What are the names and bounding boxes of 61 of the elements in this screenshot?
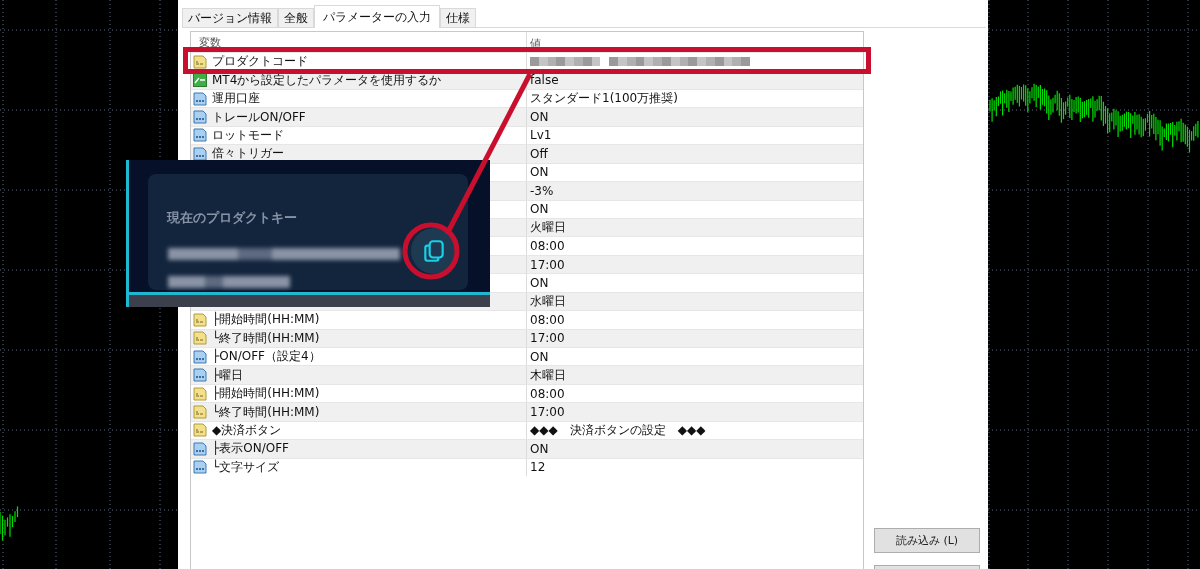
parameter-value: 17:00 [530, 405, 565, 420]
parameter-name: 倍々トリガー [212, 145, 284, 163]
parameter-value: 水曜日 [530, 292, 566, 310]
number-param-icon [193, 441, 207, 456]
tab[interactable]: 全般 [278, 8, 314, 27]
string-param-icon [193, 405, 207, 420]
parameter-value: 17:00 [530, 257, 565, 272]
parameter-name: ├曜日 [212, 366, 244, 384]
load-button[interactable]: 読み込み (L) [874, 528, 980, 553]
parameter-name: └終了時間(HH:MM) [212, 329, 320, 347]
parameter-name: トレールON/OFF [212, 108, 306, 126]
number-param-icon [193, 368, 207, 383]
parameter-name: └終了時間(HH:MM) [212, 403, 320, 421]
highlight-circle [402, 222, 460, 280]
parameter-value: 12 [530, 460, 546, 475]
number-param-icon [193, 460, 207, 475]
parameter-name: ◆決済ボタン [212, 421, 282, 439]
parameter-value: ON [530, 202, 549, 217]
tab[interactable]: パラメーターの入力 [314, 5, 440, 28]
parameter-name: ├開始時間(HH:MM) [212, 311, 320, 329]
parameter-value: -3% [530, 183, 554, 198]
column-header: 変数 [191, 32, 527, 52]
parameter-value: ON [530, 349, 549, 364]
number-param-icon [193, 128, 207, 143]
parameter-value: 08:00 [530, 312, 565, 327]
parameter-value: ON [530, 110, 549, 125]
parameter-value: false [530, 73, 559, 88]
parameter-name: 運用口座 [212, 90, 260, 108]
parameter-value: 08:00 [530, 386, 565, 401]
number-param-icon [193, 91, 207, 106]
copy-icon [421, 238, 447, 264]
parameter-name: └文字サイズ [212, 458, 280, 476]
parameter-value: ◆◆◆ 決済ボタンの設定 ◆◆◆ [530, 421, 706, 439]
parameter-value: Off [530, 146, 548, 161]
parameter-name: MT4から設定したパラメータを使用するか [212, 71, 442, 89]
parameter-value: スタンダード1(100万推奨) [530, 90, 678, 108]
string-param-icon [193, 54, 207, 69]
column-header: 値 [529, 35, 541, 52]
tab[interactable]: 仕様 [440, 8, 476, 27]
parameter-name: プロダクトコード [212, 53, 308, 71]
parameter-value: 火曜日 [530, 219, 566, 237]
string-param-icon [193, 312, 207, 327]
parameter-value: 17:00 [530, 331, 565, 346]
parameter-value: ON [530, 441, 549, 456]
parameter-name: ├開始時間(HH:MM) [212, 385, 320, 403]
panel-title: 現在のプロダクトキー [167, 209, 297, 227]
number-param-icon [193, 146, 207, 161]
parameter-name: ├ON/OFF（設定4） [212, 348, 321, 366]
parameter-value: 08:00 [530, 239, 565, 254]
parameter-name: ├表示ON/OFF [212, 440, 289, 458]
number-param-icon [193, 110, 207, 125]
parameter-value: Lv1 [530, 128, 552, 143]
parameter-value: ON [530, 165, 549, 180]
string-param-icon [193, 386, 207, 401]
parameter-value: ON [530, 275, 549, 290]
number-param-icon [193, 349, 207, 364]
parameter-name: ロットモード [212, 126, 284, 144]
tab[interactable]: バージョン情報 [182, 8, 278, 27]
string-param-icon [193, 423, 207, 438]
string-param-icon [193, 331, 207, 346]
parameter-value: 木曜日 [530, 366, 566, 384]
